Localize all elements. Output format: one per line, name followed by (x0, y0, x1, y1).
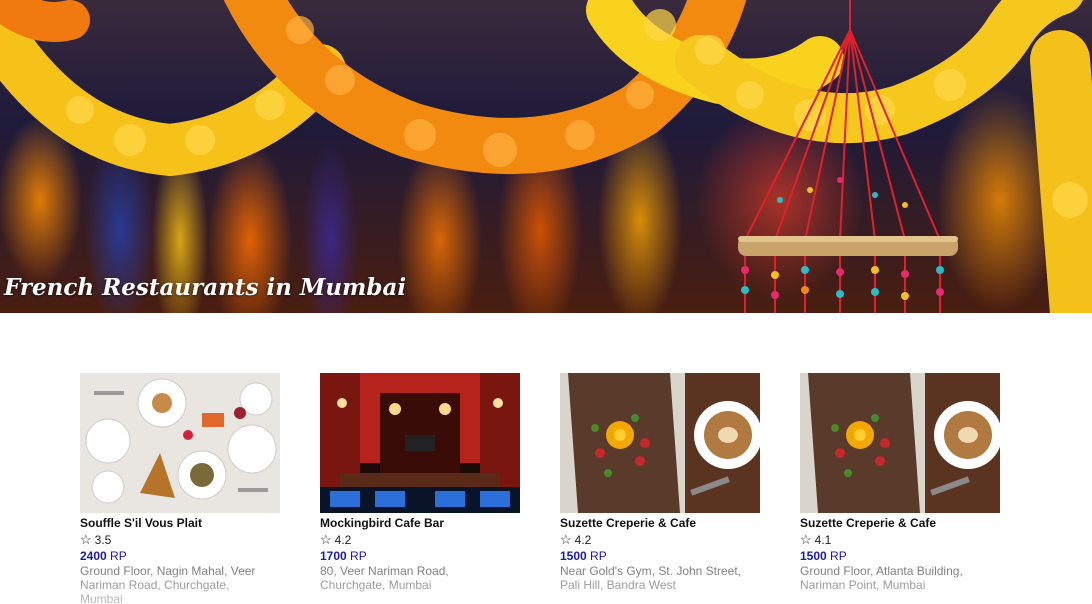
restaurant-price: 2400 RP (80, 549, 280, 564)
restaurant-card[interactable]: Mockingbird Cafe Bar ☆ 4.2 1700 RP 80, Ve… (320, 373, 520, 592)
restaurant-rating: ☆ 4.1 (800, 532, 1000, 548)
price-currency: RP (110, 549, 127, 563)
star-outline-icon: ☆ (320, 532, 332, 547)
star-outline-icon: ☆ (800, 532, 812, 547)
restaurant-address: Near Gold's Gym, St. John Street, Pali H… (560, 564, 742, 592)
price-currency: RP (830, 549, 847, 563)
restaurant-name[interactable]: Suzette Creperie & Cafe (800, 516, 1000, 531)
restaurant-card[interactable]: Suzette Creperie & Cafe ☆ 4.1 1500 RP Gro… (800, 373, 1000, 592)
restaurant-name[interactable]: Souffle S'il Vous Plait (80, 516, 280, 531)
price-value: 1700 (320, 549, 347, 563)
restaurant-photo[interactable] (560, 373, 760, 513)
restaurant-photo[interactable] (800, 373, 1000, 513)
restaurant-photo[interactable] (80, 373, 280, 513)
restaurant-price: 1700 RP (320, 549, 520, 564)
restaurant-address: Ground Floor, Nagin Mahal, Veer Nariman … (80, 564, 256, 604)
star-outline-icon: ☆ (560, 532, 572, 547)
restaurant-name[interactable]: Suzette Creperie & Cafe (560, 516, 760, 531)
price-value: 2400 (80, 549, 107, 563)
rating-value: 4.2 (574, 533, 592, 547)
page-title: French Restaurants in Mumbai (4, 274, 407, 301)
price-currency: RP (590, 549, 607, 563)
price-value: 1500 (800, 549, 827, 563)
restaurant-card[interactable]: Suzette Creperie & Cafe ☆ 4.2 1500 RP Nea… (560, 373, 760, 592)
restaurant-rating: ☆ 3.5 (80, 532, 280, 548)
rating-value: 4.2 (334, 533, 352, 547)
price-value: 1500 (560, 549, 587, 563)
restaurant-address: Ground Floor, Atlanta Building, Nariman … (800, 564, 963, 592)
restaurant-address: 80, Veer Nariman Road, Churchgate, Mumba… (320, 564, 449, 592)
restaurant-card[interactable]: Souffle S'il Vous Plait ☆ 3.5 2400 RP Gro… (80, 373, 280, 604)
restaurant-rating: ☆ 4.2 (560, 532, 760, 548)
rating-value: 4.1 (814, 533, 832, 547)
restaurant-list: Souffle S'il Vous Plait ☆ 3.5 2400 RP Gro… (80, 373, 1020, 604)
restaurant-price: 1500 RP (560, 549, 760, 564)
price-currency: RP (350, 549, 367, 563)
rating-value: 3.5 (94, 533, 112, 547)
restaurant-price: 1500 RP (800, 549, 1000, 564)
restaurant-name[interactable]: Mockingbird Cafe Bar (320, 516, 520, 531)
restaurant-photo[interactable] (320, 373, 520, 513)
star-outline-icon: ☆ (80, 532, 92, 547)
hero-banner: French Restaurants in Mumbai (0, 0, 1092, 313)
restaurant-rating: ☆ 4.2 (320, 532, 520, 548)
marigold-garland-image (0, 0, 1092, 313)
